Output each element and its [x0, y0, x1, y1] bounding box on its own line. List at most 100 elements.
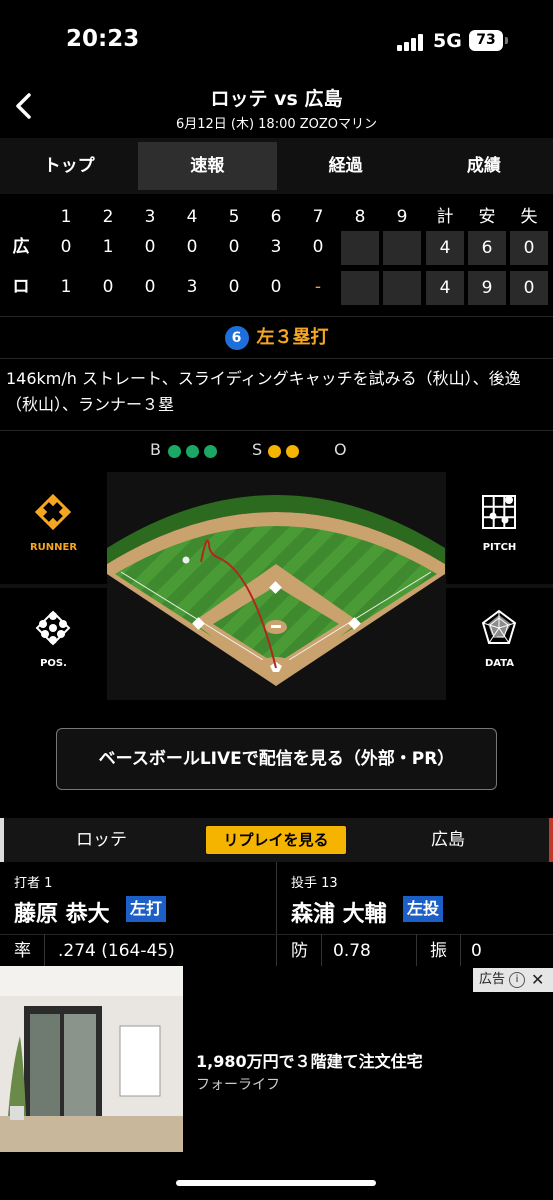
inning-score: 0	[186, 237, 198, 257]
total-score: 9	[468, 271, 506, 305]
radar-chart-icon	[481, 609, 517, 644]
live-stream-button[interactable]: ベースボールLIVEで配信を見る（外部・PR）	[56, 728, 497, 790]
inning-score: -	[314, 277, 322, 297]
ball-dot	[204, 445, 217, 458]
ad-banner[interactable]: 1,980万円で３階建て注文住宅 フォーライフ 広告 i ✕	[0, 966, 553, 1152]
inning-score: 0	[144, 277, 156, 297]
battery-icon: 73	[469, 30, 503, 51]
close-icon[interactable]: ✕	[531, 968, 544, 992]
batter-stat-value: .274 (164-45)	[58, 941, 175, 961]
tab-live[interactable]: 速報	[138, 142, 277, 190]
baseball-field	[107, 472, 445, 700]
ball-dot	[168, 445, 181, 458]
team-abbrev: 広	[12, 237, 30, 257]
divider	[276, 862, 277, 966]
ad-image	[0, 966, 183, 1152]
data-label: DATA	[484, 658, 515, 669]
runner-view-button[interactable]: RUNNER	[0, 472, 107, 584]
scoreboard-row-away: 広0100030460	[0, 230, 553, 266]
ball-dot	[186, 445, 199, 458]
divider	[0, 316, 553, 317]
ad-title[interactable]: 1,980万円で３階建て注文住宅	[196, 1048, 423, 1072]
total-score: 6	[468, 231, 506, 265]
status-time: 20:23	[66, 26, 140, 52]
inning-score	[341, 231, 379, 265]
inning-score: 3	[270, 237, 282, 257]
network-type: 5G	[433, 30, 462, 52]
strikes-label: S	[252, 440, 263, 459]
inning-score	[383, 271, 421, 305]
strike-dot	[286, 445, 299, 458]
tab-bar: トップ 速報 経過 成績	[0, 138, 553, 194]
play-result-text: 左３塁打	[256, 327, 329, 348]
balls-label: B	[150, 440, 161, 459]
inning-header: 2	[102, 207, 114, 227]
status-bar: 20:23 5G 73	[0, 0, 553, 80]
divider	[44, 934, 45, 968]
team-bar: ロッテ リプレイを見る 広島	[0, 818, 553, 862]
matchup: 打者 1 藤原 恭大 左打 投手 13 森浦 大輔 左投 率 .274 (164…	[0, 862, 553, 968]
pitcher-stat2-label: 振	[430, 941, 447, 961]
scoreboard: 123456789計安失 広0100030460 ロ100300-490	[0, 198, 553, 316]
inning-score: 0	[228, 237, 240, 257]
batter-role: 打者 1	[14, 876, 53, 891]
ball-count: B S O	[0, 432, 553, 468]
play-description: 146km/h ストレート、スライディングキャッチを試みる（秋山）、後逸（秋山）…	[6, 369, 521, 414]
data-view-button[interactable]: DATA	[446, 588, 553, 700]
battery-tip	[505, 37, 508, 44]
batter-name[interactable]: 藤原 恭大	[14, 896, 110, 928]
ad-label: 広告	[479, 972, 506, 987]
inning-score: 1	[102, 237, 114, 257]
replay-button[interactable]: リプレイを見る	[206, 826, 346, 854]
batter-hand-badge: 左打	[126, 896, 167, 922]
inning-header: 計	[436, 207, 454, 227]
tab-top[interactable]: トップ	[0, 142, 138, 190]
inning-score	[383, 231, 421, 265]
position-view-button[interactable]: POS.	[0, 588, 107, 700]
info-icon[interactable]: i	[509, 972, 525, 988]
position-icon	[35, 610, 71, 646]
pitcher-stat2-value: 0	[471, 941, 482, 961]
total-score: 4	[426, 271, 464, 305]
pitcher-stat1-value: 0.78	[333, 941, 371, 961]
total-score: 0	[510, 271, 548, 305]
batter-stat-label: 率	[14, 941, 31, 961]
tab-progress[interactable]: 経過	[277, 142, 415, 190]
divider	[321, 934, 322, 968]
divider	[416, 934, 417, 968]
signal-icon	[397, 33, 427, 51]
inning-header: 4	[186, 207, 198, 227]
pitch-view-button[interactable]: PITCH	[446, 472, 553, 584]
inning-score: 0	[270, 277, 282, 297]
ad-sponsor: フォーライフ	[196, 1077, 280, 1093]
team-color-right	[549, 818, 553, 862]
pitcher-hand-badge: 左投	[403, 896, 444, 922]
runner-icon	[34, 493, 72, 531]
field-area: RUNNER POS. PITCH DATA	[0, 472, 553, 700]
team-color-left	[0, 818, 4, 862]
position-label: POS.	[40, 658, 67, 669]
tab-stats[interactable]: 成績	[415, 142, 553, 190]
divider	[0, 430, 553, 431]
team-left[interactable]: ロッテ	[76, 818, 127, 862]
outs-label: O	[334, 440, 347, 459]
inning-score: 0	[312, 237, 324, 257]
team-right[interactable]: 広島	[431, 818, 465, 862]
total-score: 4	[426, 231, 464, 265]
inning-header: 3	[144, 207, 156, 227]
inning-score: 0	[102, 277, 114, 297]
inning-header: 7	[312, 207, 324, 227]
inning-score: 0	[144, 237, 156, 257]
inning-score: 0	[60, 237, 72, 257]
inning-header: 6	[270, 207, 282, 227]
home-indicator	[176, 1180, 376, 1186]
pitcher-stat1-label: 防	[291, 941, 308, 961]
strike-dot	[268, 445, 281, 458]
game-title: ロッテ vs 広島	[210, 88, 343, 110]
divider	[460, 934, 461, 968]
pitcher-name[interactable]: 森浦 大輔	[291, 896, 387, 928]
play-number: 6	[224, 326, 249, 350]
pitch-label: PITCH	[482, 542, 517, 553]
scoreboard-row-home: ロ100300-490	[0, 270, 553, 306]
divider	[0, 358, 553, 359]
